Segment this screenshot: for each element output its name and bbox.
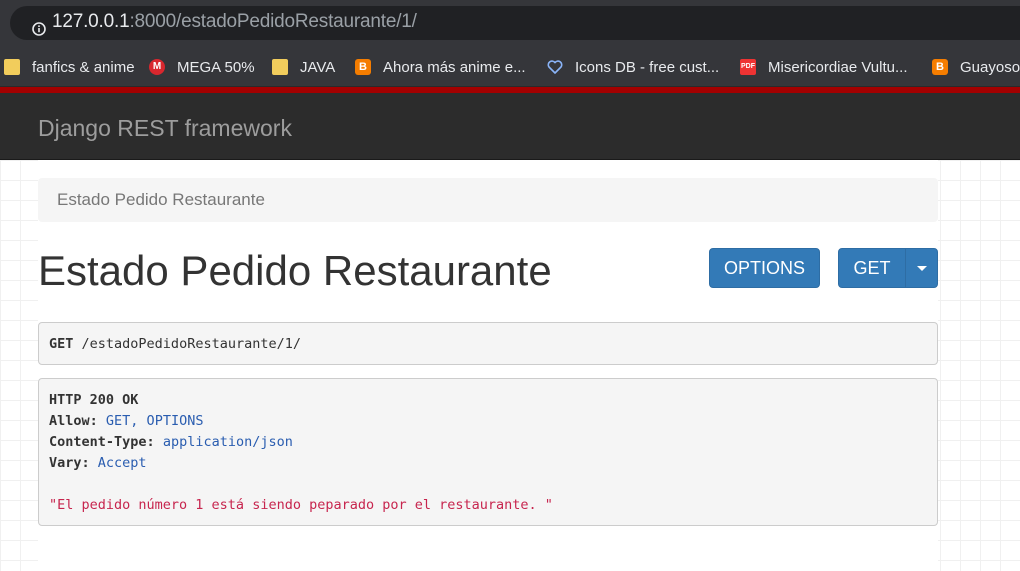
- header-name: Vary:: [49, 455, 90, 471]
- request-line: GET /estadoPedidoRestaurante/1/: [49, 336, 301, 352]
- folder-icon: [272, 59, 288, 75]
- options-button[interactable]: OPTIONS: [709, 248, 820, 288]
- header-name: Allow:: [49, 413, 98, 429]
- bookmark-label: fanfics & anime: [32, 58, 135, 76]
- pdf-icon: PDF: [740, 59, 756, 75]
- response-body: "El pedido número 1 está siendo peparado…: [49, 497, 553, 513]
- page-title: Estado Pedido Restaurante: [38, 247, 552, 294]
- bookmark-label: MEGA 50%: [177, 58, 255, 76]
- bookmark-mega[interactable]: M MEGA 50%: [149, 57, 255, 77]
- bookmark-label: Ahora más anime e...: [383, 58, 526, 76]
- bookmark-label: JAVA: [300, 58, 336, 76]
- request-method: GET: [49, 336, 74, 352]
- header-value: application/json: [162, 434, 293, 450]
- request-info: GET /estadoPedidoRestaurante/1/: [38, 322, 938, 365]
- status-text: HTTP 200 OK: [49, 392, 139, 408]
- caret-down-icon: [916, 265, 927, 271]
- navbar-brand[interactable]: Django REST framework: [38, 115, 292, 142]
- folder-icon: [4, 59, 20, 75]
- bookmark-iconsdb[interactable]: Icons DB - free cust...: [547, 57, 719, 77]
- breadcrumb: Estado Pedido Restaurante: [38, 178, 938, 222]
- response-header: Content-Type: application/json: [49, 434, 293, 450]
- blogger-icon: B: [355, 59, 371, 75]
- url-host: 127.0.0.1: [52, 11, 130, 32]
- info-icon[interactable]: [32, 22, 46, 36]
- response-header: Allow: GET, OPTIONS: [49, 413, 203, 429]
- response-status: HTTP 200 OK: [49, 392, 138, 408]
- get-button[interactable]: GET: [838, 248, 906, 288]
- response-header: Vary: Accept: [49, 455, 147, 471]
- header-name: Content-Type:: [49, 434, 155, 450]
- header-value: GET, OPTIONS: [105, 413, 204, 429]
- bookmark-label: Misericordiae Vultu...: [768, 58, 908, 76]
- bookmark-anime[interactable]: B Ahora más anime e...: [355, 57, 526, 77]
- response-info: HTTP 200 OK Allow: GET, OPTIONS Content-…: [38, 378, 938, 526]
- request-path: /estadoPedidoRestaurante/1/: [81, 336, 301, 352]
- browser-address-bar: 127.0.0.1:8000/estadoPedidoRestaurante/1…: [0, 0, 1020, 48]
- bookmark-label: Icons DB - free cust...: [575, 58, 720, 76]
- url-text[interactable]: 127.0.0.1:8000/estadoPedidoRestaurante/1…: [52, 11, 417, 33]
- bookmarks-bar: fanfics & anime M MEGA 50% JAVA B Ahora …: [0, 48, 1020, 87]
- navbar: Django REST framework: [0, 93, 1020, 160]
- bookmark-label: Guayosof: [960, 58, 1020, 76]
- bookmark-guayosof[interactable]: B Guayosof: [932, 57, 1020, 77]
- mega-icon: M: [149, 59, 165, 75]
- bookmark-java[interactable]: JAVA: [272, 57, 335, 77]
- header-value: Accept: [97, 455, 147, 471]
- bookmark-misericordiae[interactable]: PDF Misericordiae Vultu...: [740, 57, 908, 77]
- bookmark-fanfics[interactable]: fanfics & anime: [4, 57, 135, 77]
- get-format-dropdown[interactable]: [905, 248, 938, 288]
- heart-icon: [547, 59, 563, 75]
- blogger-icon: B: [932, 59, 948, 75]
- url-path: :8000/estadoPedidoRestaurante/1/: [129, 11, 417, 32]
- breadcrumb-item[interactable]: Estado Pedido Restaurante: [57, 190, 265, 210]
